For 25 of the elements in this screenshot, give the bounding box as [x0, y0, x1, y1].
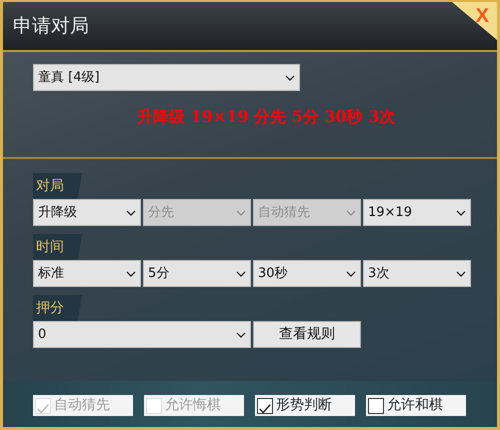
dropdown[interactable]: 升降级	[33, 199, 141, 226]
chevron-icon	[456, 270, 466, 276]
summary-text: 升降级 19×19 分先 5分 30秒 3次	[137, 106, 396, 128]
chevron-icon	[126, 270, 136, 276]
checkbox[interactable]: 允许和棋	[366, 395, 466, 416]
dropdown[interactable]: 30秒	[253, 260, 361, 287]
dropdown[interactable]: 5分	[143, 260, 251, 287]
dropdown[interactable]: 童真 [4级]	[33, 64, 300, 91]
chevron-icon	[236, 332, 246, 338]
chevron-icon	[456, 210, 466, 216]
chevron-icon	[285, 74, 295, 80]
chevron-icon	[346, 270, 356, 276]
dropdown[interactable]: 标准	[33, 260, 141, 287]
chevron-icon	[236, 210, 246, 216]
chevron-icon	[126, 210, 136, 216]
check-icon	[258, 402, 272, 416]
chevron-icon	[346, 210, 356, 216]
window-title: 申请对局	[13, 14, 89, 39]
rules-button[interactable]: 查看规则	[253, 321, 361, 348]
chevron-icon	[236, 270, 246, 276]
dropdown[interactable]: 3次	[363, 260, 471, 287]
check-icon	[36, 402, 50, 416]
checkbox[interactable]: 形势判断	[255, 395, 355, 416]
dropdown[interactable]: 0	[33, 321, 251, 348]
dropdown[interactable]: 19×19	[363, 199, 471, 226]
